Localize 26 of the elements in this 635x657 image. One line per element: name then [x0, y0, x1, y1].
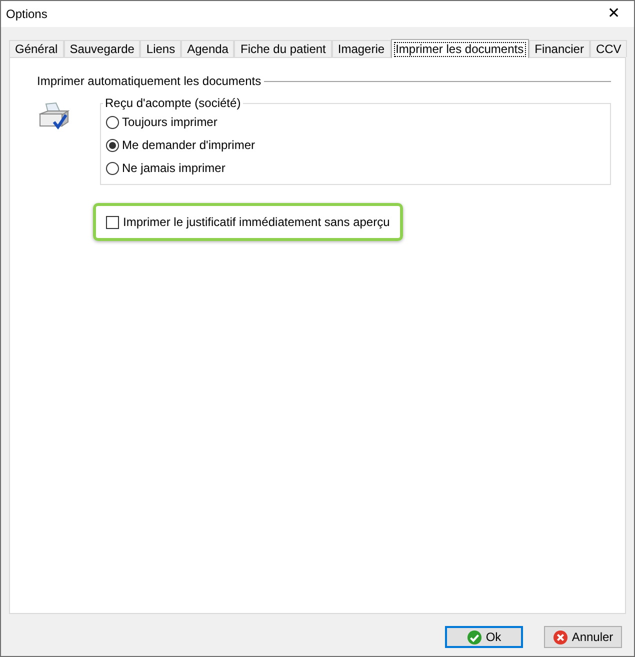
ok-button[interactable]: Ok [445, 626, 523, 648]
tab[interactable]: Général [9, 40, 64, 57]
radio-button[interactable] [106, 162, 119, 174]
close-button[interactable]: ✕ [594, 1, 634, 27]
cancel-button[interactable]: Annuler [544, 626, 622, 648]
window-title: Options [6, 6, 48, 23]
radio-option[interactable]: Me demander d'imprimer [106, 137, 610, 153]
check-icon [466, 630, 482, 644]
radio-option[interactable]: Toujours imprimer [106, 114, 610, 130]
tab[interactable]: Imprimer les documents [390, 39, 529, 58]
tab[interactable]: Liens [140, 40, 182, 57]
checkbox[interactable] [106, 216, 119, 228]
tab[interactable]: CCV [590, 40, 628, 57]
printer-icon [38, 102, 70, 132]
radio-button[interactable] [106, 138, 119, 152]
tab[interactable]: Agenda [181, 40, 234, 57]
section-title: Imprimer automatiquement les documents [37, 73, 262, 90]
tab[interactable]: Imagerie [332, 40, 391, 57]
tab[interactable]: Sauvegarde [64, 40, 140, 57]
radio-button[interactable] [106, 116, 119, 128]
checkbox-label: Imprimer le justificatif immédiatement sans aperçu [123, 214, 390, 231]
group-title: Reçu d'acompte (société) [103, 96, 243, 110]
close-icon [552, 630, 568, 644]
tab[interactable]: Fiche du patient [234, 40, 332, 57]
tab[interactable]: Financier [528, 40, 590, 57]
radio-option[interactable]: Ne jamais imprimer [106, 160, 610, 176]
